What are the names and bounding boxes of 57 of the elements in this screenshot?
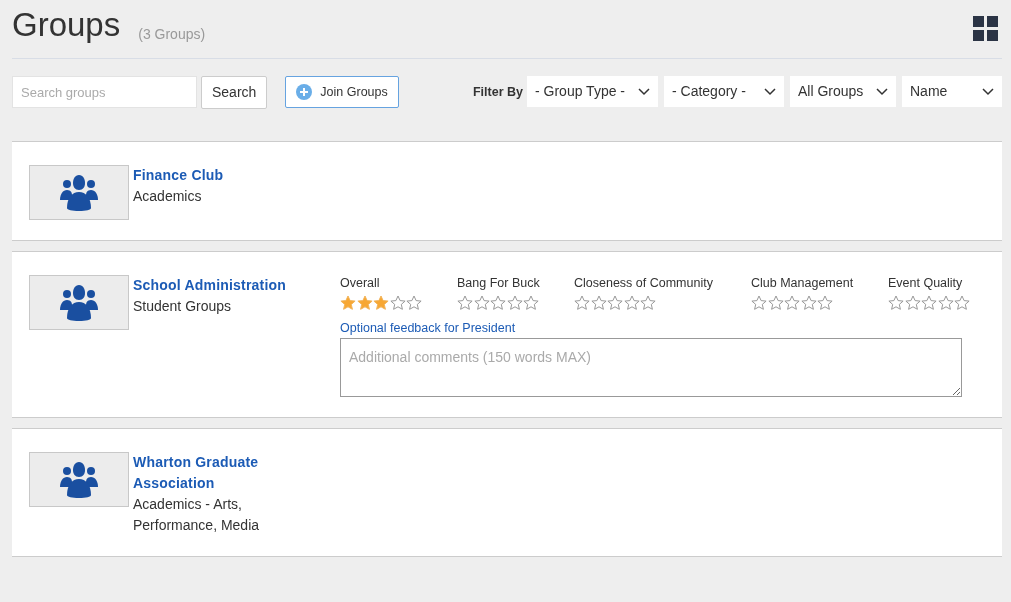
search-button[interactable]: Search — [201, 76, 268, 109]
chevron-down-icon — [764, 87, 776, 96]
filter-dropdown[interactable]: - Group Type - — [527, 76, 658, 107]
empty-star-icon[interactable] — [574, 295, 590, 311]
empty-star-icon[interactable] — [751, 295, 767, 311]
group-category: Academics — [133, 187, 203, 206]
empty-star-icon[interactable] — [490, 295, 506, 311]
people-icon — [59, 174, 99, 211]
rating-label: Overall — [340, 275, 381, 291]
rating-label: Bang For Buck — [457, 275, 541, 291]
people-icon — [59, 284, 99, 321]
filter-label: Filter By — [473, 84, 523, 101]
plus-circle-icon — [296, 84, 313, 100]
group-category: Academics - Arts, Performance, Media — [133, 495, 261, 535]
page-title: Groups — [12, 8, 121, 41]
empty-star-icon[interactable] — [607, 295, 623, 311]
chevron-down-icon — [876, 87, 888, 96]
empty-star-icon[interactable] — [904, 295, 921, 311]
search-field[interactable]: Search groups — [12, 76, 197, 108]
empty-star-icon[interactable] — [473, 295, 490, 311]
empty-star-icon[interactable] — [817, 295, 833, 311]
filled-star-icon[interactable] — [356, 295, 373, 311]
filter-dropdown[interactable]: - Category - — [664, 76, 784, 107]
filled-star-icon[interactable] — [340, 295, 356, 311]
empty-star-icon[interactable] — [590, 295, 607, 311]
chevron-down-icon — [638, 87, 650, 96]
group-name-link[interactable]: Wharton Graduate Association — [133, 452, 296, 494]
empty-star-icon[interactable] — [800, 295, 817, 311]
empty-star-icon[interactable] — [640, 295, 656, 311]
star-rating[interactable] — [888, 295, 971, 311]
empty-star-icon[interactable] — [506, 295, 523, 311]
empty-star-icon[interactable] — [888, 295, 904, 311]
filter-dropdown[interactable]: Name — [902, 76, 1002, 107]
filled-star-icon[interactable] — [373, 295, 389, 311]
rating-label: Club Management — [751, 275, 855, 291]
comments-field[interactable]: Additional comments (150 words MAX) — [340, 338, 962, 397]
group-name-link[interactable]: Finance Club — [133, 165, 296, 186]
people-icon — [59, 461, 99, 498]
group-count: (3 Groups) — [138, 25, 206, 44]
empty-star-icon[interactable] — [623, 295, 640, 311]
empty-star-icon[interactable] — [937, 295, 954, 311]
feedback-link[interactable]: Optional feedback for President — [340, 319, 516, 338]
group-category: Student Groups — [133, 297, 233, 316]
empty-star-icon[interactable] — [523, 295, 539, 311]
empty-star-icon[interactable] — [921, 295, 937, 311]
grid-view-icon[interactable] — [973, 16, 998, 41]
group-name-link[interactable]: School Administration — [133, 275, 296, 296]
empty-star-icon[interactable] — [954, 295, 970, 311]
chevron-down-icon — [982, 87, 994, 96]
empty-star-icon[interactable] — [767, 295, 784, 311]
filter-dropdown[interactable]: All Groups — [790, 76, 896, 107]
empty-star-icon[interactable] — [406, 295, 422, 311]
empty-star-icon[interactable] — [784, 295, 800, 311]
empty-star-icon[interactable] — [457, 295, 473, 311]
rating-label: Event Quality — [888, 275, 964, 291]
join-groups-button[interactable]: Join Groups — [285, 76, 399, 108]
rating-label: Closeness of Community — [574, 275, 714, 291]
